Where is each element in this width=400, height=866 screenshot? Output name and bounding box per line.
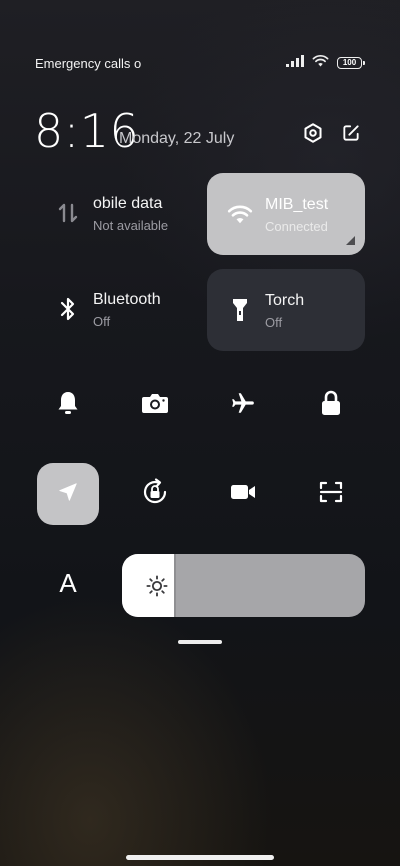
tile-title: obile data <box>93 195 163 212</box>
drawer-handle[interactable] <box>178 640 222 644</box>
video-icon <box>230 483 256 506</box>
screen-recorder-toggle[interactable] <box>212 463 274 525</box>
tile-subtitle: Connected <box>265 219 328 234</box>
tile-subtitle: Off <box>265 315 283 330</box>
tile-bluetooth[interactable]: Bluetooth Off <box>35 268 193 350</box>
tile-subtitle: Not available <box>93 218 169 233</box>
edit-icon <box>341 123 361 148</box>
location-toggle[interactable] <box>37 463 99 525</box>
rotation-lock-toggle[interactable] <box>124 463 186 525</box>
camera-icon <box>141 392 169 419</box>
lock-screen-toggle[interactable] <box>300 374 362 436</box>
battery-icon: 100 <box>337 57 365 69</box>
airplane-icon <box>230 390 256 421</box>
scan-icon <box>319 480 343 509</box>
sun-icon <box>146 575 168 597</box>
tile-wifi[interactable]: MIB_test Connected <box>207 173 365 255</box>
tile-title: Torch <box>265 292 305 309</box>
torch-icon <box>227 297 253 323</box>
carrier-text: Emergency calls o <box>35 56 142 71</box>
tile-torch[interactable]: Torch Off <box>207 269 365 351</box>
settings-icon <box>302 122 324 149</box>
tile-subtitle: Off <box>93 314 111 329</box>
lock-icon <box>320 389 342 422</box>
settings-button[interactable] <box>300 122 326 148</box>
battery-level: 100 <box>342 58 357 67</box>
silent-toggle[interactable] <box>37 374 99 436</box>
edit-button[interactable] <box>338 122 364 148</box>
bell-icon <box>57 390 79 421</box>
wifi-icon <box>227 201 253 227</box>
brightness-slider[interactable] <box>122 554 365 617</box>
tile-mobile-data[interactable]: obile data Not available <box>35 172 193 254</box>
screenshot-toggle[interactable] <box>124 374 186 436</box>
tile-title: Bluetooth <box>93 291 161 308</box>
airplane-mode-toggle[interactable] <box>212 374 274 436</box>
header: 8:16 Monday, 22 July <box>34 104 364 158</box>
bluetooth-icon <box>55 296 81 322</box>
scanner-toggle[interactable] <box>300 463 362 525</box>
expand-corner-icon[interactable] <box>346 236 355 245</box>
status-icons: 100 <box>286 54 365 72</box>
text-size-button[interactable]: A <box>54 568 82 599</box>
brightness-thumb[interactable] <box>174 554 176 617</box>
date-label[interactable]: Monday, 22 July <box>119 130 234 148</box>
location-icon <box>57 481 79 508</box>
tile-title: MIB_test <box>265 196 329 213</box>
wifi-status-icon <box>312 54 329 72</box>
rotation-lock-icon <box>140 477 170 512</box>
status-bar: Emergency calls o 100 <box>35 54 365 74</box>
home-indicator[interactable] <box>126 855 274 860</box>
signal-icon <box>286 54 304 72</box>
mobile-data-icon <box>55 200 81 226</box>
